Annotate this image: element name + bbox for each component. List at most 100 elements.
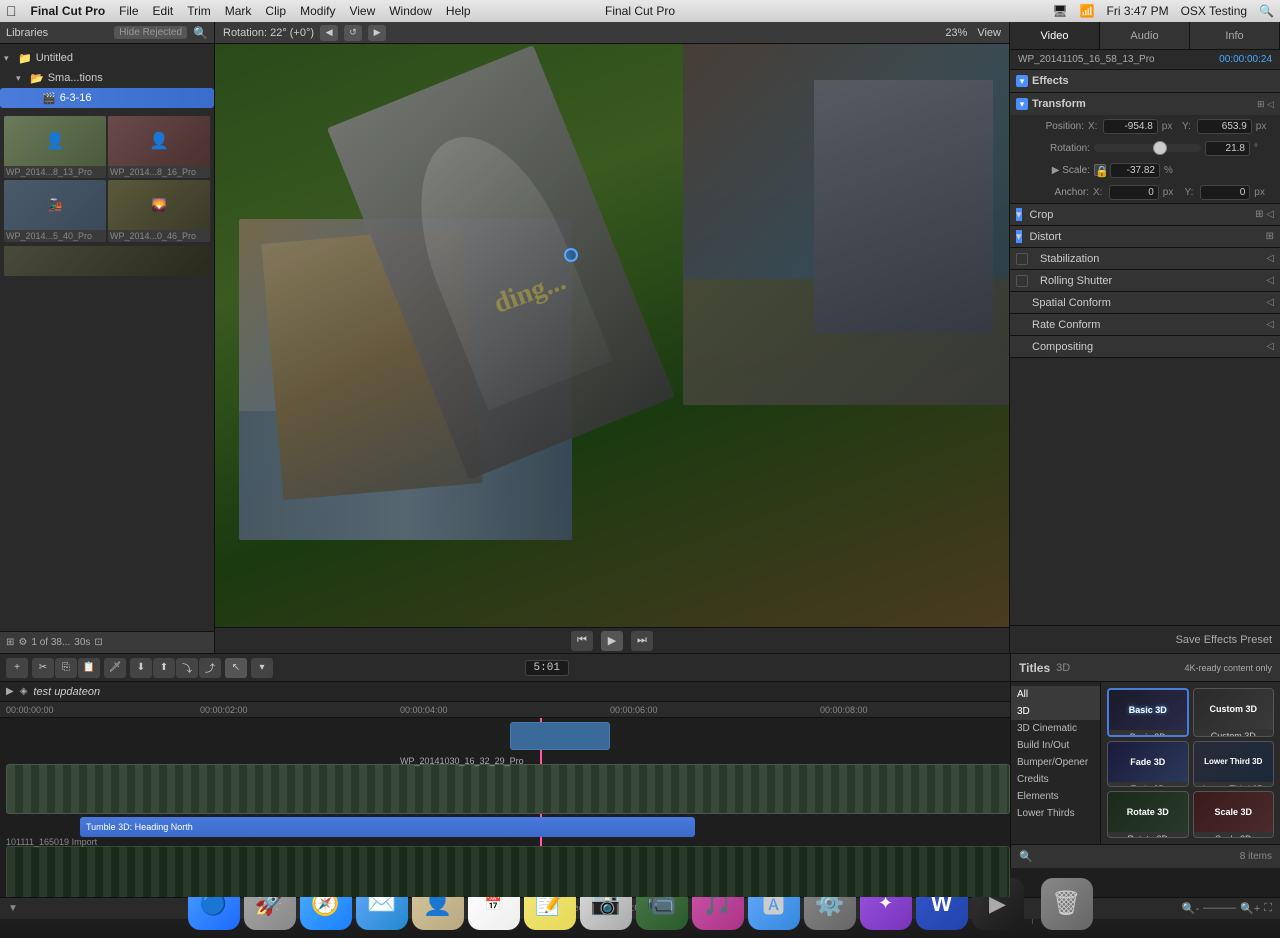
titles-cat-buildinout[interactable]: Build In/Out: [1011, 737, 1100, 754]
preview-canvas: ding...: [215, 44, 1009, 627]
anchor-row: Anchor: X: px Y: px: [1010, 181, 1280, 203]
bottom-section: + ✂ ⎘ 📋 🗡 ⬇ ⬆ ⤵ ⤴ ↖ ▾ 5:01 ↺ ⊕ ⊖ ◆ ♬ T ◧…: [0, 653, 1280, 868]
menu-file[interactable]: File: [119, 4, 138, 18]
position-x-input[interactable]: [1103, 119, 1158, 134]
menu-window[interactable]: Window: [389, 4, 432, 18]
library-panel: Libraries Hide Rejected 🔍 ▾ 📁 Untitled ▾…: [0, 22, 215, 653]
title-card-custom3d[interactable]: Custom 3D Custom 3D: [1193, 688, 1275, 737]
anchor-y-input[interactable]: [1200, 185, 1250, 200]
titles-cat-bumper[interactable]: Bumper/Opener: [1011, 754, 1100, 771]
filmstrip-item-0[interactable]: 👤 WP_2014...8_13_Pro: [4, 116, 106, 178]
skip-to-start-btn[interactable]: ⏮: [571, 631, 593, 651]
anchor-x-input[interactable]: [1109, 185, 1159, 200]
effects-header[interactable]: ▾ Effects: [1010, 70, 1280, 92]
tl-disclosure[interactable]: ▶: [6, 686, 14, 697]
titles-3d-badge: 3D: [1056, 662, 1070, 674]
prev-frame-btn[interactable]: ◀: [320, 25, 338, 41]
menu-mark[interactable]: Mark: [225, 4, 252, 18]
library-item-6-3-16[interactable]: 🎬 6-3-16: [0, 88, 214, 108]
apple-logo[interactable]: : [6, 3, 17, 19]
filmstrip-view-options[interactable]: ⊡: [94, 637, 102, 648]
app-name[interactable]: Final Cut Pro: [31, 4, 106, 18]
rolling-shutter-section[interactable]: Rolling Shutter ◁: [1010, 270, 1280, 292]
spatial-conform-section[interactable]: Spatial Conform ◁: [1010, 292, 1280, 314]
titles-cat-all[interactable]: All: [1011, 686, 1100, 703]
tl-append-btn[interactable]: ⬆: [153, 658, 175, 678]
titles-cat-3d[interactable]: 3D: [1011, 703, 1100, 720]
library-item-untitled[interactable]: ▾ 📁 Untitled: [0, 48, 214, 68]
titles-filter-icon[interactable]: 🔍: [1019, 850, 1033, 863]
save-effects-preset-button[interactable]: Save Effects Preset: [1176, 634, 1272, 646]
menu-trim[interactable]: Trim: [187, 4, 211, 18]
zoom-out-btn[interactable]: 🔍-: [1182, 902, 1199, 915]
import-video-track[interactable]: [6, 846, 1010, 897]
transform-header[interactable]: ▾ Transform ⊞ ◁: [1010, 93, 1280, 115]
titles-items-count: 8 items: [1240, 851, 1272, 862]
filmstrip-item-3[interactable]: 🌄 WP_2014...0_46_Pro: [108, 180, 210, 242]
tl-overwrite-btn[interactable]: ⤵: [176, 658, 198, 678]
library-search-icon[interactable]: 🔍: [193, 26, 208, 40]
title-clip[interactable]: Tumble 3D: Heading North: [80, 817, 695, 837]
scale-input[interactable]: [1110, 163, 1160, 178]
titles-cat-elements[interactable]: Elements: [1011, 788, 1100, 805]
tl-cut-btn[interactable]: ✂: [32, 658, 54, 678]
preview-view-btn[interactable]: View: [977, 27, 1001, 39]
scale-lock-icon[interactable]: 🔒: [1094, 164, 1106, 176]
tab-video[interactable]: Video: [1010, 22, 1100, 49]
play-btn[interactable]: ▶: [601, 631, 623, 651]
view-toggle-icon[interactable]: ⊞: [6, 637, 14, 648]
hide-rejected-button[interactable]: Hide Rejected: [114, 26, 187, 39]
titles-categories: All 3D 3D Cinematic Build In/Out Bumper/…: [1011, 682, 1101, 844]
search-menubar-icon[interactable]: 🔍: [1259, 4, 1274, 18]
distort-section[interactable]: ▾ Distort ⊞: [1010, 226, 1280, 248]
rate-conform-section[interactable]: Rate Conform ◁: [1010, 314, 1280, 336]
titles-cat-lowerthirds[interactable]: Lower Thirds: [1011, 805, 1100, 822]
transform-section: ▾ Transform ⊞ ◁ Position: X: px Y: px Ro…: [1010, 93, 1280, 204]
wifi-icon: 📶: [1080, 4, 1095, 18]
filmstrip-footer: ⊞ ⚙ 1 of 38... 30s ⊡: [0, 631, 214, 653]
filmstrip-settings-icon[interactable]: ⚙: [18, 637, 27, 648]
tl-insert-btn[interactable]: ⬇: [130, 658, 152, 678]
zoom-in-btn[interactable]: 🔍+: [1240, 902, 1260, 915]
add-btn[interactable]: +: [6, 658, 28, 678]
skip-to-end-btn[interactable]: ⏭: [631, 631, 653, 651]
compositing-section[interactable]: Compositing ◁: [1010, 336, 1280, 358]
crop-section[interactable]: ▾ Crop ⊞ ◁: [1010, 204, 1280, 226]
timecode-display: 5:01: [525, 660, 569, 676]
menu-edit[interactable]: Edit: [153, 4, 174, 18]
title-card-fade3d[interactable]: Fade 3D Fade 3D: [1107, 741, 1189, 788]
fullscreen-btn[interactable]: ⛶: [1264, 902, 1272, 915]
library-item-smartcollections[interactable]: ▾ 📂 Sma...tions: [0, 68, 214, 88]
menu-clip[interactable]: Clip: [265, 4, 286, 18]
menu-help[interactable]: Help: [446, 4, 471, 18]
tl-paste-btn[interactable]: 📋: [78, 658, 100, 678]
tab-audio[interactable]: Audio: [1100, 22, 1190, 49]
filmstrip-item-1[interactable]: 👤 WP_2014...8_16_Pro: [108, 116, 210, 178]
next-frame-btn[interactable]: ▶: [368, 25, 386, 41]
tl-select-tool[interactable]: ↖: [225, 658, 247, 678]
tl-expand-icon[interactable]: ◈: [20, 686, 28, 697]
position-y-input[interactable]: [1197, 119, 1252, 134]
connected-clip[interactable]: [510, 722, 610, 750]
title-card-scale3d[interactable]: Scale 3D Scale 3D: [1193, 791, 1275, 838]
zoom-slider[interactable]: ———: [1203, 902, 1236, 915]
menu-modify[interactable]: Modify: [300, 4, 335, 18]
filmstrip-item-2[interactable]: 🚂 WP_2014...5_40_Pro: [4, 180, 106, 242]
inspector-save-area: Save Effects Preset: [1010, 625, 1280, 653]
dock-icon-trash[interactable]: 🗑: [1041, 878, 1093, 930]
main-video-track[interactable]: [6, 764, 1010, 814]
tl-blade-btn[interactable]: 🗡: [104, 658, 126, 678]
menu-view[interactable]: View: [349, 4, 375, 18]
tl-more-tools[interactable]: ▾: [251, 658, 273, 678]
tab-info[interactable]: Info: [1190, 22, 1280, 49]
title-card-rotate3d[interactable]: Rotate 3D Rotate 3D: [1107, 791, 1189, 838]
title-card-lower3d[interactable]: Lower Third 3D Lower Third 3D: [1193, 741, 1275, 788]
title-card-basic3d[interactable]: Basic 3D Basic 3D: [1107, 688, 1189, 737]
rotation-input[interactable]: [1205, 141, 1250, 156]
titles-cat-credits[interactable]: Credits: [1011, 771, 1100, 788]
tl-copy-btn[interactable]: ⎘: [55, 658, 77, 678]
filmstrip-item-4[interactable]: [4, 246, 210, 276]
stabilization-section[interactable]: Stabilization ◁: [1010, 248, 1280, 270]
tl-connect-btn[interactable]: ⤴: [199, 658, 221, 678]
reset-btn[interactable]: ↺: [344, 25, 362, 41]
